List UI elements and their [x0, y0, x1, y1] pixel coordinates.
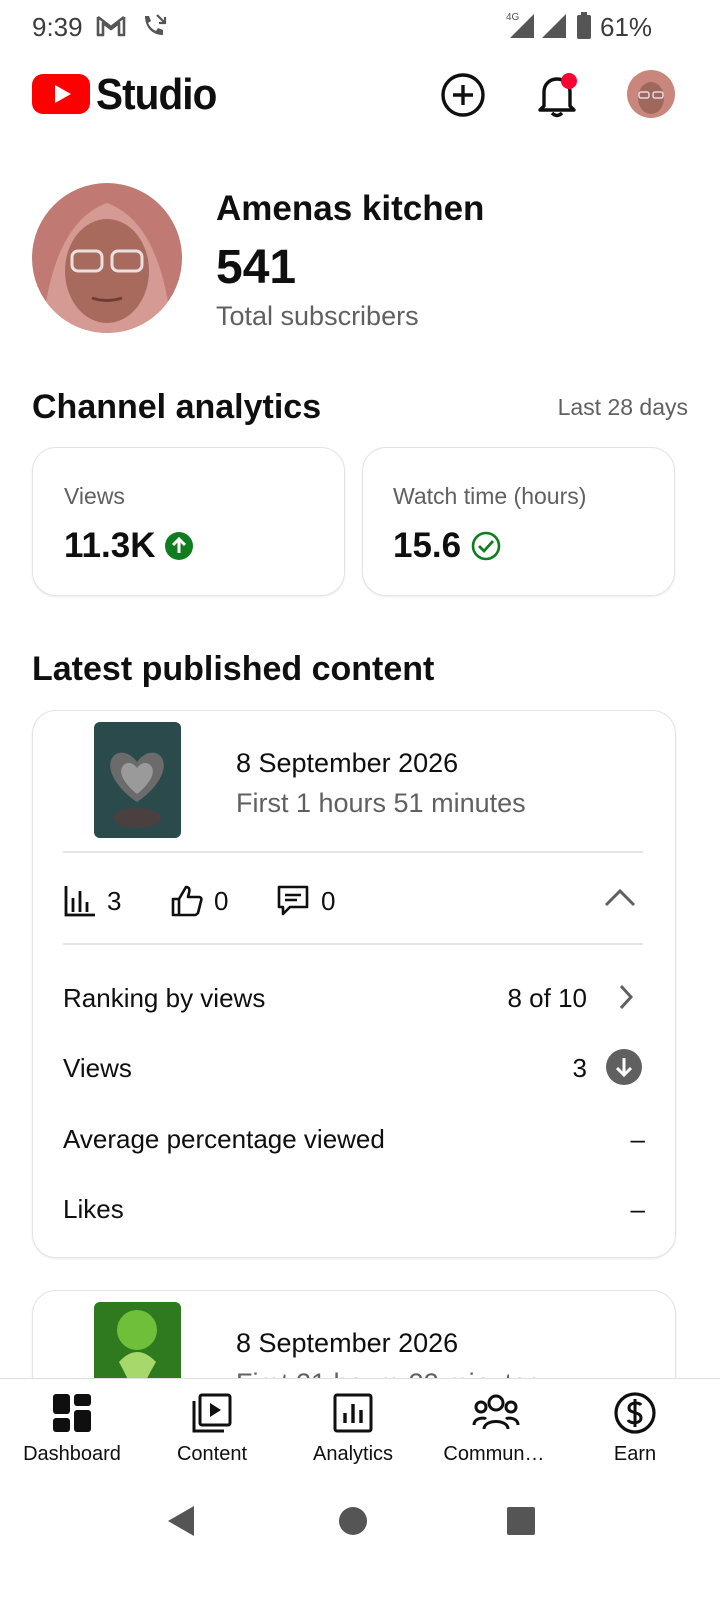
- nav-community[interactable]: Commun…: [424, 1391, 564, 1466]
- thumbs-up-icon: [171, 885, 203, 917]
- views-metric: 11.3K: [64, 526, 194, 566]
- analytics-section-title: Channel analytics: [32, 388, 322, 426]
- recents-icon[interactable]: [506, 1506, 536, 1536]
- bottom-navigation: Dashboard Content Analytics Commun… Earn: [0, 1378, 720, 1489]
- views-row-value: 3: [572, 1053, 587, 1083]
- video-thumbnail[interactable]: [94, 722, 181, 838]
- watch-time-metric: 15.6: [393, 526, 501, 566]
- nav-earn[interactable]: Earn: [565, 1391, 705, 1466]
- battery-icon: [576, 12, 592, 40]
- divider: [63, 851, 643, 853]
- battery-percent: 61%: [600, 12, 653, 42]
- comments-stat-value: 0: [321, 885, 336, 916]
- watch-time-value: 15.6: [393, 526, 462, 565]
- trend-up-icon: [165, 532, 194, 560]
- views-label: Views: [64, 483, 125, 509]
- video-date: 8 September 2026: [236, 748, 459, 778]
- watch-time-label: Watch time (hours): [393, 483, 587, 509]
- likes-stat-value: 0: [214, 885, 229, 916]
- chevron-right-icon[interactable]: [616, 983, 636, 1011]
- avg-percentage-value: –: [630, 1124, 645, 1154]
- comment-icon: [277, 885, 309, 916]
- community-icon: [472, 1391, 520, 1435]
- ranking-value: 8 of 10: [507, 983, 587, 1013]
- analytics-icon: [331, 1391, 375, 1435]
- comments-stat: 0: [275, 884, 335, 918]
- analytics-period[interactable]: Last 28 days: [558, 394, 688, 421]
- ranking-label: Ranking by views: [63, 983, 266, 1013]
- dashboard-icon: [50, 1391, 94, 1435]
- dollar-circle-icon: [613, 1391, 657, 1435]
- nav-label: Commun…: [443, 1443, 545, 1465]
- views-card[interactable]: Views 11.3K: [32, 447, 345, 596]
- network-type: 4G: [506, 12, 520, 23]
- divider: [63, 943, 643, 945]
- nav-label: Dashboard: [23, 1443, 121, 1465]
- youtube-logo-icon[interactable]: [32, 74, 90, 114]
- subscriber-count: 541: [216, 241, 297, 294]
- gmail-icon: [96, 14, 126, 38]
- nav-label: Analytics: [312, 1443, 394, 1465]
- nav-label: Earn: [613, 1443, 657, 1465]
- app-title: Studio: [96, 70, 217, 119]
- latest-content-title: Latest published content: [32, 650, 435, 688]
- views-value: 11.3K: [64, 526, 156, 565]
- video-age: First 1 hours 51 minutes: [236, 788, 526, 818]
- avg-percentage-label: Average percentage viewed: [63, 1124, 385, 1154]
- notifications-bell-icon[interactable]: [534, 70, 582, 120]
- bar-chart-icon: [64, 886, 95, 917]
- nav-analytics[interactable]: Analytics: [283, 1391, 423, 1466]
- network-signal-icon: 4G: [506, 10, 572, 40]
- home-icon[interactable]: [338, 1506, 368, 1536]
- collapse-chevron-up-icon[interactable]: [603, 887, 637, 909]
- nav-dashboard[interactable]: Dashboard: [2, 1391, 142, 1466]
- check-circle-icon: [471, 531, 501, 561]
- views-row-label: Views: [63, 1053, 132, 1083]
- status-time: 9:39: [32, 12, 83, 42]
- likes-stat: 0: [170, 884, 228, 918]
- arrow-down-circle-icon: [606, 1049, 642, 1085]
- channel-name: Amenas kitchen: [216, 189, 485, 228]
- account-avatar[interactable]: [627, 70, 675, 118]
- likes-row-label: Likes: [63, 1194, 124, 1224]
- nav-content[interactable]: Content: [142, 1391, 282, 1466]
- missed-call-icon: [140, 12, 168, 40]
- views-stat: 3: [63, 884, 121, 918]
- system-navigation-bar: [0, 1488, 720, 1600]
- content-card[interactable]: 8 September 2026 First 1 hours 51 minute…: [32, 710, 676, 1258]
- subscriber-label: Total subscribers: [216, 301, 419, 331]
- likes-row-value: –: [630, 1194, 645, 1224]
- video-date: 8 September 2026: [236, 1328, 459, 1358]
- nav-label: Content: [176, 1443, 248, 1465]
- views-stat-value: 3: [107, 885, 122, 916]
- back-icon[interactable]: [166, 1504, 196, 1538]
- content-library-icon: [190, 1391, 234, 1435]
- create-button[interactable]: [440, 72, 486, 118]
- channel-avatar[interactable]: [32, 183, 182, 333]
- watch-time-card[interactable]: Watch time (hours) 15.6: [362, 447, 675, 596]
